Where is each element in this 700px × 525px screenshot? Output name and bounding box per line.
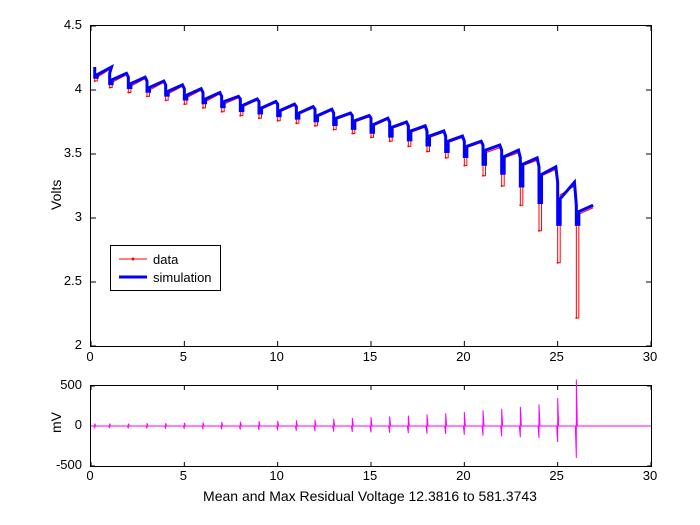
legend-label-sim: simulation — [153, 270, 212, 285]
svg-text:25: 25 — [549, 349, 563, 364]
svg-text:5: 5 — [180, 468, 187, 483]
legend-swatch-data — [119, 250, 147, 268]
svg-text:0: 0 — [86, 468, 93, 483]
legend-entry-data: data — [119, 250, 212, 268]
legend-entry-sim: simulation — [119, 268, 212, 286]
axes-volts — [90, 25, 652, 347]
svg-text:500: 500 — [60, 377, 82, 392]
svg-text:10: 10 — [269, 349, 283, 364]
axes-mv — [90, 385, 652, 467]
svg-text:10: 10 — [269, 468, 283, 483]
xlabel-residual: Mean and Max Residual Voltage 12.3816 to… — [90, 488, 650, 504]
svg-text:20: 20 — [456, 349, 470, 364]
svg-text:25: 25 — [549, 468, 563, 483]
svg-text:0: 0 — [86, 349, 93, 364]
svg-text:15: 15 — [363, 349, 377, 364]
svg-text:30: 30 — [643, 468, 657, 483]
svg-text:2.5: 2.5 — [64, 273, 82, 288]
svg-text:30: 30 — [643, 349, 657, 364]
svg-text:3.5: 3.5 — [64, 145, 82, 160]
legend-label-data: data — [153, 252, 178, 267]
legend: data simulation — [110, 245, 221, 291]
ylabel-mv: mV — [48, 412, 64, 433]
svg-text:3: 3 — [75, 209, 82, 224]
svg-text:5: 5 — [180, 349, 187, 364]
svg-text:4.5: 4.5 — [64, 17, 82, 32]
svg-text:15: 15 — [363, 468, 377, 483]
svg-text:0: 0 — [75, 417, 82, 432]
legend-swatch-sim — [119, 268, 147, 286]
svg-text:-500: -500 — [56, 457, 82, 472]
ylabel-volts: Volts — [48, 180, 64, 210]
svg-text:4: 4 — [75, 81, 82, 96]
svg-text:2: 2 — [75, 337, 82, 352]
svg-text:20: 20 — [456, 468, 470, 483]
figure: Volts data simulation mV Mean and Max Re… — [0, 0, 700, 525]
